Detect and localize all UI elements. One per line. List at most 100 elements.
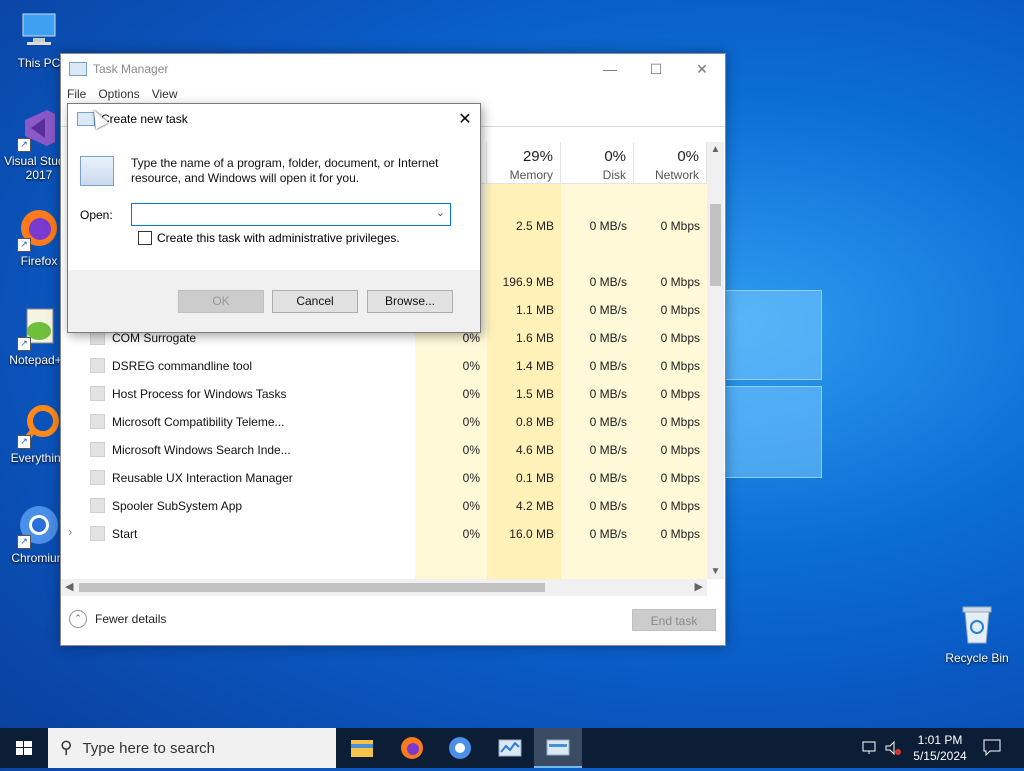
admin-privileges-checkbox[interactable]: Create this task with administrative pri…	[138, 231, 400, 245]
scroll-right-arrow-icon[interactable]: ▶	[695, 580, 703, 593]
cell-network: 0 Mbps	[660, 331, 700, 345]
menu-file[interactable]: File	[67, 87, 86, 101]
menu-bar: File Options View	[61, 84, 725, 104]
taskbar-chromium[interactable]	[436, 728, 484, 768]
end-task-button[interactable]: End task	[632, 609, 716, 631]
open-combobox[interactable]: ⌄	[131, 203, 451, 226]
column-header-disk[interactable]: 0% Disk	[561, 142, 634, 184]
cell-network: 0 Mbps	[660, 471, 700, 485]
horizontal-scrollbar[interactable]: ◀ ▶	[61, 579, 707, 596]
cell-network: 0 Mbps	[660, 359, 700, 373]
menu-view[interactable]: View	[152, 87, 178, 101]
cell-disk: 0 MB/s	[589, 499, 627, 513]
cell-network: 0 Mbps	[660, 527, 700, 541]
start-button[interactable]	[0, 728, 48, 768]
scroll-left-arrow-icon[interactable]: ◀	[65, 580, 73, 593]
fewer-details-button[interactable]: ⌃ Fewer details	[69, 610, 166, 628]
cell-network: 0 Mbps	[660, 219, 700, 233]
maximize-button[interactable]: ☐	[633, 61, 679, 78]
clock-time: 1:01 PM	[917, 733, 963, 747]
cell-network: 0 Mbps	[660, 303, 700, 317]
create-new-task-dialog: Create new task ✕ Type the name of a pro…	[67, 103, 481, 333]
search-placeholder: Type here to search	[82, 739, 216, 757]
column-header-network[interactable]: 0% Network	[634, 142, 707, 184]
minimize-button[interactable]: —	[587, 61, 633, 78]
dialog-close-icon[interactable]: ✕	[450, 109, 480, 129]
cell-cpu: 0%	[462, 471, 480, 485]
process-icon	[90, 358, 105, 373]
scroll-up-arrow-icon[interactable]: ▲	[707, 144, 724, 155]
taskbar-file-explorer[interactable]	[338, 728, 386, 768]
notifications-icon[interactable]	[982, 738, 1002, 759]
chevron-down-icon[interactable]: ⌄	[436, 206, 445, 219]
table-row[interactable]: › Start 0% 16.0 MB 0 MB/s 0 Mbps	[61, 520, 707, 548]
process-icon	[90, 470, 105, 485]
run-dialog-icon	[546, 739, 570, 756]
vertical-scrollbar[interactable]: ▲ ▼	[707, 142, 724, 579]
browse-button[interactable]: Browse...	[367, 290, 453, 313]
firefox-icon: ↗	[17, 206, 61, 252]
cell-cpu: 0%	[462, 443, 480, 457]
recycle-bin-icon	[957, 603, 997, 645]
table-row[interactable]: Host Process for Windows Tasks 0% 1.5 MB 0 …	[61, 380, 707, 408]
shortcut-arrow-icon: ↗	[17, 238, 31, 252]
table-row[interactable]: Reusable UX Interaction Manager 0% 0.1 MB 0…	[61, 464, 707, 492]
firefox-icon	[401, 737, 423, 759]
shortcut-arrow-icon: ↗	[17, 535, 31, 549]
taskbar-run-dialog[interactable]	[534, 728, 582, 768]
process-icon	[90, 526, 105, 541]
table-row[interactable]: Microsoft Compatibility Teleme... 0% 0.8 M…	[61, 408, 707, 436]
horizontal-scroll-thumb[interactable]	[79, 583, 545, 592]
file-explorer-icon	[351, 740, 373, 757]
process-name: Start	[112, 527, 138, 541]
scroll-down-arrow-icon[interactable]: ▼	[707, 566, 724, 577]
table-row[interactable]: Microsoft Windows Search Inde... 0% 4.6 MB…	[61, 436, 707, 464]
table-row[interactable]: DSREG commandline tool 0% 1.4 MB 0 MB/s 0 Mb…	[61, 352, 707, 380]
cell-disk: 0 MB/s	[589, 303, 627, 317]
admin-privileges-label: Create this task with administrative pri…	[157, 231, 400, 245]
cell-disk: 0 MB/s	[589, 443, 627, 457]
process-name: Microsoft Compatibility Teleme...	[112, 415, 285, 429]
search-icon: ⚲	[60, 738, 73, 757]
menu-options[interactable]: Options	[98, 87, 139, 101]
cell-network: 0 Mbps	[660, 415, 700, 429]
task-manager-titlebar[interactable]: Task Manager — ☐ ✕	[61, 54, 725, 84]
cell-cpu: 0%	[462, 359, 480, 373]
cell-memory: 2.5 MB	[515, 219, 554, 233]
checkbox-box[interactable]	[138, 231, 152, 245]
cell-memory: 1.5 MB	[515, 387, 554, 401]
chevron-up-icon: ⌃	[69, 610, 87, 628]
task-manager-icon	[498, 739, 522, 757]
run-program-icon	[80, 156, 114, 186]
ok-button[interactable]: OK	[178, 290, 264, 313]
cell-memory: 4.6 MB	[515, 443, 554, 457]
cell-memory: 1.4 MB	[515, 359, 554, 373]
cell-memory: 0.8 MB	[515, 415, 554, 429]
process-icon	[90, 442, 105, 457]
cancel-button[interactable]: Cancel	[272, 290, 358, 313]
close-button[interactable]: ✕	[679, 61, 725, 78]
network-icon[interactable]	[862, 740, 880, 759]
cell-disk: 0 MB/s	[589, 387, 627, 401]
dialog-title: Create new task	[101, 112, 188, 126]
notepadpp-icon: ↗	[17, 305, 61, 351]
cell-disk: 0 MB/s	[589, 275, 627, 289]
taskbar-search-box[interactable]: ⚲ Type here to search	[48, 728, 336, 768]
cell-memory: 1.6 MB	[515, 331, 554, 345]
expand-chevron-icon[interactable]: ›	[68, 524, 72, 539]
cell-cpu: 0%	[462, 331, 480, 345]
table-row[interactable]: Spooler SubSystem App 0% 4.2 MB 0 MB/s 0 Mbp…	[61, 492, 707, 520]
process-icon	[90, 414, 105, 429]
vertical-scroll-thumb[interactable]	[710, 204, 721, 286]
open-label: Open:	[80, 208, 113, 222]
taskbar-firefox[interactable]	[388, 728, 436, 768]
cell-memory: 196.9 MB	[502, 275, 554, 289]
desktop-icon-recycle-bin[interactable]: Recycle Bin	[940, 603, 1014, 665]
process-name: Reusable UX Interaction Manager	[112, 471, 293, 485]
process-icon	[90, 498, 105, 513]
process-icon	[90, 386, 105, 401]
dialog-titlebar[interactable]: Create new task ✕	[68, 104, 480, 134]
taskbar-clock[interactable]: 1:01 PM 5/15/2024	[900, 732, 980, 764]
column-header-memory[interactable]: 29% Memory	[487, 142, 561, 184]
taskbar-task-manager[interactable]	[486, 728, 534, 768]
